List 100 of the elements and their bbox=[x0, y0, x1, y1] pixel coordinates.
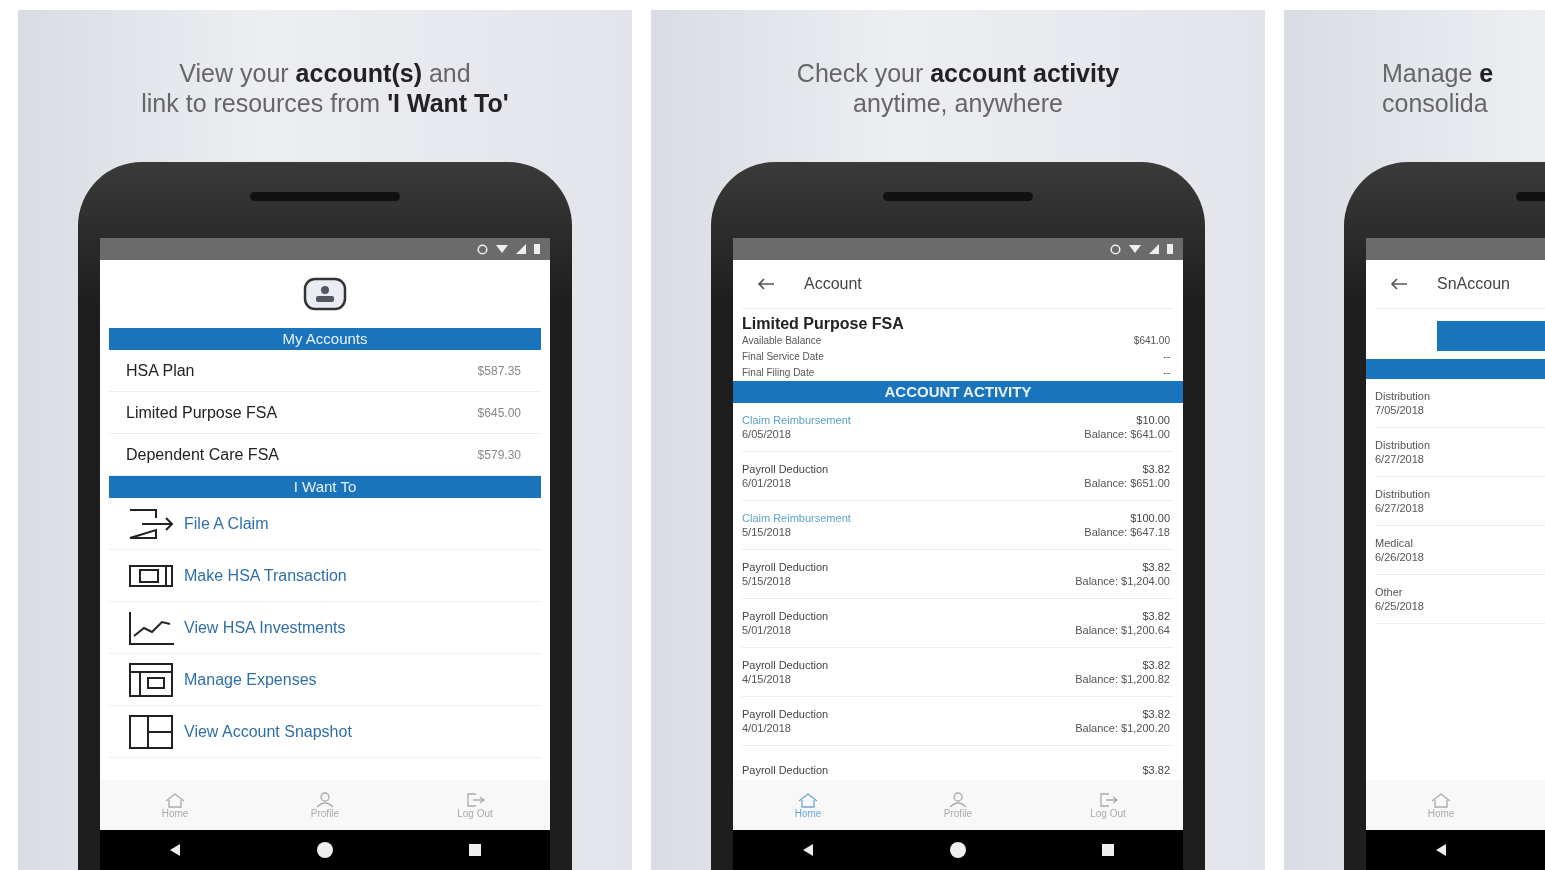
action-item[interactable]: Manage Expenses bbox=[109, 654, 541, 706]
section-header: ACCOUNT ACTIVITY bbox=[733, 381, 1183, 403]
home-icon bbox=[164, 791, 186, 808]
caption-text: Manage e bbox=[1382, 58, 1494, 88]
back-arrow-icon[interactable] bbox=[756, 277, 776, 291]
transaction-amount: $3.82 bbox=[1142, 610, 1170, 622]
transaction-amount: $3.82 bbox=[1142, 561, 1170, 573]
expense-date: 6/27/2018 bbox=[1375, 502, 1425, 514]
logo-icon bbox=[302, 276, 348, 312]
account-amount: $645.00 bbox=[477, 405, 521, 420]
account-amount: $587.35 bbox=[477, 363, 521, 378]
action-item[interactable]: Make HSA Transaction bbox=[109, 550, 541, 602]
panels-icon bbox=[126, 713, 176, 750]
home-button-icon[interactable] bbox=[949, 841, 967, 859]
transaction-balance: Balance: $1,200.82 bbox=[1075, 673, 1170, 685]
transaction-row[interactable]: Claim Reimbursement 5/15/2018 $100.00 Balance: $647.18 bbox=[742, 501, 1174, 550]
transaction-balance: Balance: $647.18 bbox=[1084, 526, 1170, 538]
account-row[interactable]: Limited Purpose FSA $645.00 bbox=[109, 392, 541, 434]
transaction-balance: Balance: $1,200.20 bbox=[1075, 722, 1170, 734]
expense-row[interactable]: Medical 6/26/2018 bbox=[1375, 526, 1545, 575]
caption-text: anytime, anywhere bbox=[852, 88, 1064, 118]
action-item[interactable]: View Account Snapshot bbox=[109, 706, 541, 758]
layout-icon bbox=[126, 661, 176, 698]
logout-icon bbox=[464, 791, 486, 808]
transaction-amount: $3.82 bbox=[1142, 764, 1170, 776]
caption-text: View your account(s) and bbox=[178, 58, 472, 88]
transaction-date: 4/01/2018 bbox=[742, 722, 792, 734]
action-item[interactable]: File A Claim bbox=[109, 498, 541, 550]
account-row[interactable]: HSA Plan $587.35 bbox=[109, 350, 541, 392]
home-icon bbox=[1430, 791, 1452, 808]
expense-date: 6/27/2018 bbox=[1375, 453, 1425, 465]
expense-type: Other bbox=[1375, 586, 1404, 598]
transaction-amount: $3.82 bbox=[1142, 659, 1170, 671]
transaction-date: 4/15/2018 bbox=[742, 673, 792, 685]
person-icon bbox=[947, 791, 969, 808]
transaction-balance: Balance: $1,200.64 bbox=[1075, 624, 1170, 636]
expense-type: Medical bbox=[1375, 537, 1414, 549]
expense-type: Distribution bbox=[1375, 390, 1431, 402]
action-label: View Account Snapshot bbox=[184, 722, 352, 741]
transaction-name: Payroll Deduction bbox=[742, 659, 829, 671]
section-header: My Accounts bbox=[109, 328, 541, 350]
transaction-name: Payroll Deduction bbox=[742, 463, 829, 475]
account-amount: $579.30 bbox=[477, 447, 521, 462]
signal-icon bbox=[1149, 244, 1159, 254]
account-name: Limited Purpose FSA bbox=[126, 403, 278, 422]
detail-label: Final Service Date bbox=[742, 350, 824, 364]
line-chart-icon bbox=[126, 609, 176, 646]
transaction-name: Payroll Deduction bbox=[742, 764, 829, 776]
section-header: I Want To bbox=[109, 476, 541, 498]
expense-row[interactable]: Distribution 6/27/2018 bbox=[1375, 428, 1545, 477]
recents-icon[interactable] bbox=[467, 842, 484, 858]
account-name: HSA Plan bbox=[126, 361, 195, 380]
sync-icon bbox=[477, 243, 488, 255]
sync-icon bbox=[1110, 243, 1121, 255]
transaction-row[interactable]: Payroll Deduction 5/15/2018 $3.82 Balance: $1,204.00 bbox=[742, 550, 1174, 599]
transaction-date: 5/15/2018 bbox=[742, 526, 792, 538]
transaction-date: 5/01/2018 bbox=[742, 624, 792, 636]
transaction-row[interactable]: Claim Reimbursement 6/05/2018 $10.00 Balance: $641.00 bbox=[742, 403, 1174, 452]
expense-row[interactable]: Distribution 6/27/2018 bbox=[1375, 477, 1545, 526]
transaction-amount: $100.00 bbox=[1130, 512, 1170, 524]
transaction-date: 5/15/2018 bbox=[742, 575, 792, 587]
transaction-balance: Balance: $641.00 bbox=[1084, 428, 1170, 440]
expense-row[interactable]: Other 6/25/2018 bbox=[1375, 575, 1545, 624]
home-button-icon[interactable] bbox=[316, 841, 334, 859]
action-item[interactable]: View HSA Investments bbox=[109, 602, 541, 654]
transaction-name: Claim Reimbursement bbox=[742, 414, 851, 426]
action-label: Make HSA Transaction bbox=[184, 566, 347, 585]
battery-icon bbox=[534, 244, 540, 254]
transaction-name: Payroll Deduction bbox=[742, 708, 829, 720]
person-icon bbox=[314, 791, 336, 808]
detail-value: $641.00 bbox=[1133, 334, 1170, 348]
transaction-balance: Balance: $651.00 bbox=[1084, 477, 1170, 489]
wifi-icon bbox=[1129, 245, 1141, 253]
expense-date: 7/05/2018 bbox=[1375, 404, 1425, 416]
transaction-name: Payroll Deduction bbox=[742, 561, 829, 573]
transaction-amount: $3.82 bbox=[1142, 463, 1170, 475]
transaction-row[interactable]: Payroll Deduction 4/01/2018 $3.82 Balance: $1,200.20 bbox=[742, 697, 1174, 746]
transaction-row[interactable]: Payroll Deduction 4/15/2018 $3.82 Balance: $1,200.82 bbox=[742, 648, 1174, 697]
battery-icon bbox=[1167, 244, 1173, 254]
caption-text: Check your account activity bbox=[796, 58, 1120, 88]
transaction-name: Claim Reimbursement bbox=[742, 512, 851, 524]
expense-type: Distribution bbox=[1375, 488, 1431, 500]
account-name: Dependent Care FSA bbox=[126, 445, 279, 464]
caption-text: consolida bbox=[1382, 88, 1489, 118]
action-label: View HSA Investments bbox=[184, 618, 346, 637]
detail-value: -- bbox=[1163, 350, 1170, 364]
action-label: Manage Expenses bbox=[184, 670, 317, 689]
transaction-row[interactable]: Payroll Deduction 5/01/2018 $3.82 Balance: $1,200.64 bbox=[742, 599, 1174, 648]
back-arrow-icon[interactable] bbox=[1389, 277, 1409, 291]
screen-title: Account bbox=[804, 275, 862, 293]
detail-label: Available Balance bbox=[742, 334, 822, 348]
expense-date: 6/25/2018 bbox=[1375, 600, 1424, 612]
recents-icon[interactable] bbox=[1100, 842, 1117, 858]
expense-row[interactable]: Distribution 7/05/2018 bbox=[1375, 379, 1545, 428]
caption-text: link to resources from 'I Want To' bbox=[141, 88, 509, 118]
home-icon bbox=[797, 791, 819, 808]
transaction-row[interactable]: Payroll Deduction 6/01/2018 $3.82 Balance: $651.00 bbox=[742, 452, 1174, 501]
screen-title: SnAccoun bbox=[1437, 275, 1510, 293]
transaction-amount: $10.00 bbox=[1136, 414, 1170, 426]
transaction-amount: $3.82 bbox=[1142, 708, 1170, 720]
